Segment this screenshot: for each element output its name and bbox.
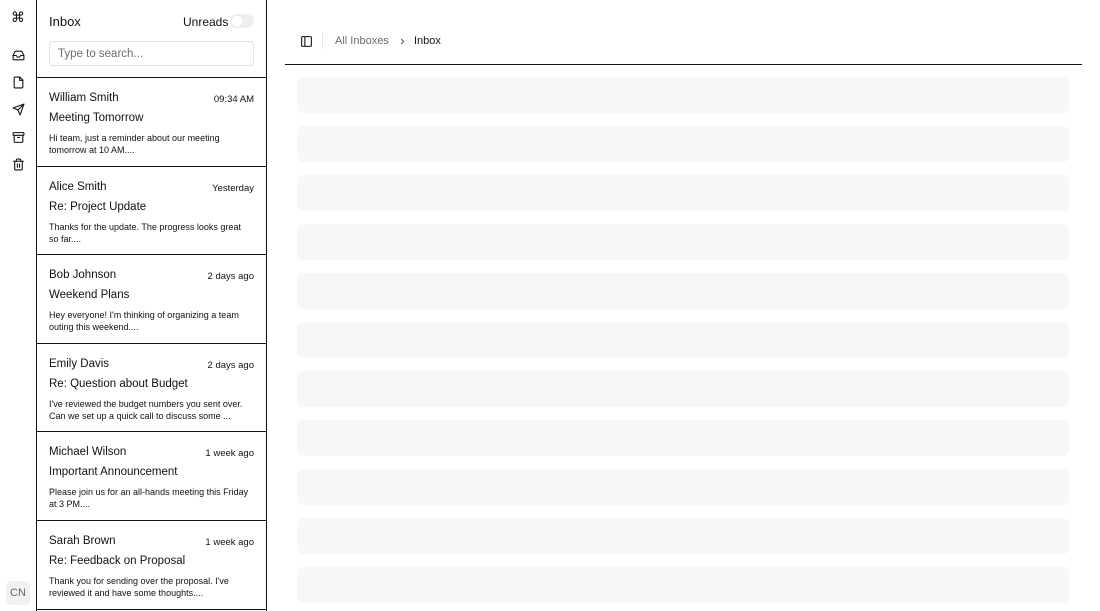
mail-sender: Sarah Brown [49,534,116,547]
mail-subject: Re: Feedback on Proposal [49,554,186,567]
mail-time: 1 week ago [205,536,254,548]
mail-list-header: Inbox Unreads [37,0,266,78]
mail-preview: Hey everyone! I'm thinking of organizing… [49,310,239,333]
mail-subject: Meeting Tomorrow [49,112,144,124]
loading-skeleton [297,469,1069,505]
mail-time: Yesterday [212,182,254,194]
mail-sender: William Smith [49,92,119,104]
inbox-icon[interactable] [8,45,28,65]
unreads-label: Unreads [183,15,229,29]
mail-preview: Thanks for the update. The progress look… [49,221,241,244]
unreads-toggle[interactable] [230,14,254,28]
mail-subject: Weekend Plans [49,289,130,302]
mail-list: Inbox Unreads William Smith 09:34 AM Mee… [37,0,267,611]
mail-item[interactable]: William Smith 09:34 AM Meeting Tomorrow … [37,78,266,167]
page-title: Inbox [49,14,81,29]
archive-icon[interactable] [8,127,28,147]
trash-icon[interactable] [8,154,28,174]
loading-skeleton [297,371,1069,407]
mail-preview: Hi team, just a reminder about our meeti… [49,133,220,155]
mail-sender: Emily Davis [49,357,110,370]
mail-preview: Please join us for an all-hands meeting … [49,487,249,510]
mail-item[interactable]: Emily Davis 2 days ago Re: Question abou… [37,344,266,433]
mail-item[interactable]: Sarah Brown 1 week ago Re: Feedback on P… [37,521,266,610]
loading-skeleton [297,224,1069,260]
mail-subject: Re: Question about Budget [49,377,188,390]
mail-item[interactable]: Bob Johnson 2 days ago Weekend Plans Hey… [37,255,266,344]
mail-sender: Michael Wilson [49,446,127,459]
loading-skeleton [297,126,1069,162]
mail-detail-header: All Inboxes Inbox [285,0,1082,65]
sidebar-toggle-icon[interactable] [298,33,314,49]
mail-item[interactable]: Alice Smith Yesterday Re: Project Update… [37,167,266,256]
loading-skeleton [297,567,1069,603]
loading-skeleton [297,420,1069,456]
avatar[interactable]: CN [6,581,30,605]
loading-skeleton [297,175,1069,211]
chevron-right-icon [397,36,407,46]
command-icon[interactable]: ⌘ [0,8,36,28]
header-divider [322,33,323,49]
breadcrumb-all-inboxes[interactable]: All Inboxes [335,35,389,47]
mail-sender: Alice Smith [49,180,107,193]
mail-time: 2 days ago [207,271,254,283]
loading-skeleton [297,322,1069,358]
mail-time: 1 week ago [205,448,254,460]
mail-detail-pane: All Inboxes Inbox [285,0,1082,611]
file-icon[interactable] [8,72,28,92]
mail-item[interactable]: Michael Wilson 1 week ago Important Anno… [37,432,266,521]
mail-sender: Bob Johnson [49,269,117,282]
mail-time: 09:34 AM [213,94,254,105]
search-input[interactable] [49,41,254,66]
breadcrumb-current: Inbox [414,35,441,47]
mail-subject: Important Announcement [49,466,178,479]
loading-skeleton [297,77,1069,113]
icon-rail: ⌘ CN [0,0,37,611]
mail-subject: Re: Project Update [49,200,147,213]
mail-time: 2 days ago [207,359,254,371]
mail-preview: I've reviewed the budget numbers you sen… [49,398,243,421]
send-icon[interactable] [8,99,28,119]
loading-skeleton [297,273,1069,309]
mail-preview: Thank you for sending over the proposal.… [49,575,229,598]
toggle-knob [231,15,243,27]
loading-skeleton [297,518,1069,554]
